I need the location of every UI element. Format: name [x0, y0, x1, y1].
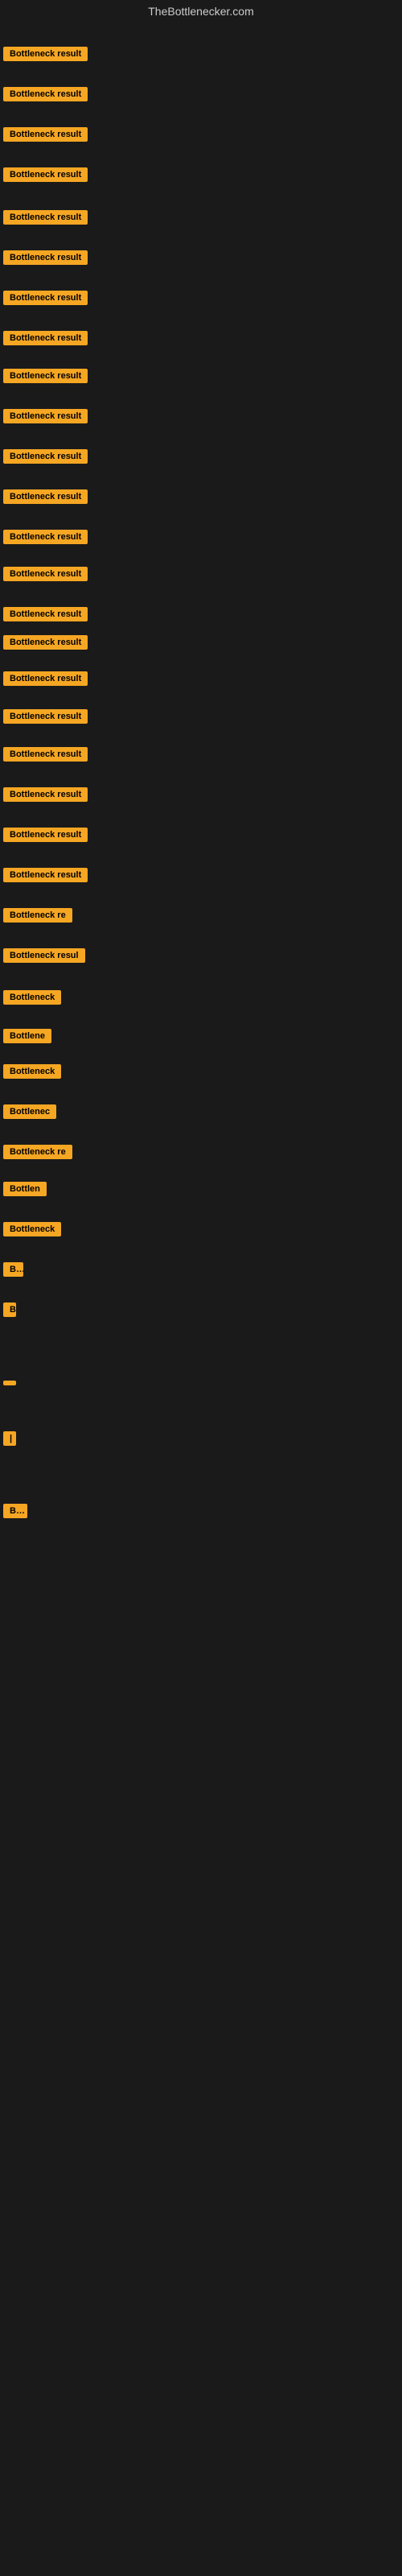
bottleneck-badge-row: Bottlene: [3, 1029, 51, 1047]
bottleneck-badge-row: Bottleneck result: [3, 607, 88, 625]
bottleneck-badge[interactable]: Bottleneck resul: [3, 948, 85, 963]
bottleneck-badge-row: Bottleneck result: [3, 127, 88, 146]
bottleneck-badge-row: Bottleneck result: [3, 250, 88, 269]
bottleneck-badge-row: Bottleneck result: [3, 828, 88, 846]
bottleneck-badge[interactable]: Bottleneck result: [3, 331, 88, 345]
bottleneck-badge-row: Bottleneck result: [3, 449, 88, 468]
bottleneck-badge-row: Bottleneck result: [3, 167, 88, 186]
bottleneck-badge-row: Bottleneck result: [3, 210, 88, 229]
bottleneck-badge[interactable]: |: [3, 1431, 16, 1446]
bottleneck-badge-row: Bottleneck result: [3, 331, 88, 349]
bottleneck-badge[interactable]: Bottleneck result: [3, 787, 88, 802]
bottleneck-badge[interactable]: Bottleneck result: [3, 449, 88, 464]
bottleneck-badge[interactable]: Bottleneck result: [3, 210, 88, 225]
bottleneck-badge[interactable]: Bottleneck result: [3, 635, 88, 650]
bottleneck-badge[interactable]: Bottleneck result: [3, 530, 88, 544]
bottleneck-badge-row: Bottleneck result: [3, 87, 88, 105]
bottleneck-badge[interactable]: Bottleneck result: [3, 409, 88, 423]
site-title: TheBottlenecker.com: [148, 5, 254, 18]
bottleneck-badge[interactable]: Bottleneck result: [3, 250, 88, 265]
bottleneck-badge[interactable]: Bottlenec: [3, 1104, 56, 1119]
bottleneck-badge-row: Bottleneck: [3, 990, 61, 1009]
bottleneck-badge[interactable]: [3, 1381, 16, 1385]
bottleneck-badge[interactable]: Bottleneck result: [3, 87, 88, 101]
bottleneck-badge[interactable]: Bottleneck result: [3, 671, 88, 686]
bottleneck-badge[interactable]: Bottleneck re: [3, 1145, 72, 1159]
bottleneck-badge-row: Bottleneck result: [3, 291, 88, 309]
bottleneck-badge[interactable]: Bottleneck result: [3, 489, 88, 504]
bottleneck-badge[interactable]: Bottleneck result: [3, 369, 88, 383]
site-header: TheBottlenecker.com: [0, 0, 402, 23]
bottleneck-badge-row: Bottleneck result: [3, 868, 88, 886]
bottleneck-badge[interactable]: Bo: [3, 1262, 23, 1277]
bottleneck-badge-row: Bottleneck result: [3, 567, 88, 585]
bottleneck-badge-row: Bottleneck result: [3, 489, 88, 508]
bottleneck-badge[interactable]: Bottleneck re: [3, 908, 72, 923]
page-wrapper: TheBottlenecker.com Bottleneck resultBot…: [0, 0, 402, 2576]
bottleneck-badge[interactable]: Bottleneck result: [3, 747, 88, 762]
bottleneck-badge-row: Bottleneck result: [3, 47, 88, 65]
bottleneck-badge[interactable]: Bottleneck result: [3, 709, 88, 724]
bottleneck-badge-row: Bottleneck result: [3, 409, 88, 427]
bottleneck-badge-row: Bottleneck result: [3, 747, 88, 766]
bottleneck-badge-row: Bottleneck result: [3, 787, 88, 806]
bottleneck-badge[interactable]: Bottleneck result: [3, 291, 88, 305]
bottleneck-badge-row: Bottleneck result: [3, 369, 88, 387]
bottleneck-badge[interactable]: Bottleneck result: [3, 567, 88, 581]
bottleneck-badge[interactable]: Bottleneck result: [3, 607, 88, 621]
bottleneck-badge-row: Bottleneck resul: [3, 948, 85, 967]
bottleneck-badge[interactable]: Bottleneck: [3, 1064, 61, 1079]
badges-container: Bottleneck result Bottleneck result Bottle…: [0, 23, 402, 2518]
bottleneck-badge-row: Bottleneck result: [3, 709, 88, 728]
bottleneck-badge-row: Bottleneck result: [3, 530, 88, 548]
bottleneck-badge[interactable]: Bottleneck: [3, 1222, 61, 1236]
bottleneck-badge-row: |: [3, 1431, 16, 1450]
bottleneck-badge-row: Bottlenec: [3, 1104, 56, 1123]
bottleneck-badge[interactable]: Bottleneck result: [3, 167, 88, 182]
bottleneck-badge[interactable]: Bottleneck result: [3, 47, 88, 61]
bottleneck-badge[interactable]: Bottlen: [3, 1182, 47, 1196]
bottleneck-badge[interactable]: Bottleneck result: [3, 127, 88, 142]
bottleneck-badge-row: [3, 1375, 16, 1389]
bottleneck-badge[interactable]: Bottlene: [3, 1029, 51, 1043]
bottleneck-badge-row: Bottleneck re: [3, 1145, 72, 1163]
bottleneck-badge[interactable]: Bottleneck result: [3, 828, 88, 842]
bottleneck-badge[interactable]: B: [3, 1302, 16, 1317]
bottleneck-badge[interactable]: Bottleneck: [3, 990, 61, 1005]
bottleneck-badge-row: Bot: [3, 1504, 27, 1522]
bottleneck-badge-row: Bo: [3, 1262, 23, 1281]
bottleneck-badge-row: Bottleneck: [3, 1222, 61, 1241]
bottleneck-badge-row: Bottleneck: [3, 1064, 61, 1083]
bottleneck-badge-row: Bottlen: [3, 1182, 47, 1200]
bottleneck-badge-row: Bottleneck re: [3, 908, 72, 927]
bottleneck-badge[interactable]: Bot: [3, 1504, 27, 1518]
bottleneck-badge-row: B: [3, 1302, 16, 1321]
bottleneck-badge-row: Bottleneck result: [3, 635, 88, 654]
bottleneck-badge-row: Bottleneck result: [3, 671, 88, 690]
bottleneck-badge[interactable]: Bottleneck result: [3, 868, 88, 882]
